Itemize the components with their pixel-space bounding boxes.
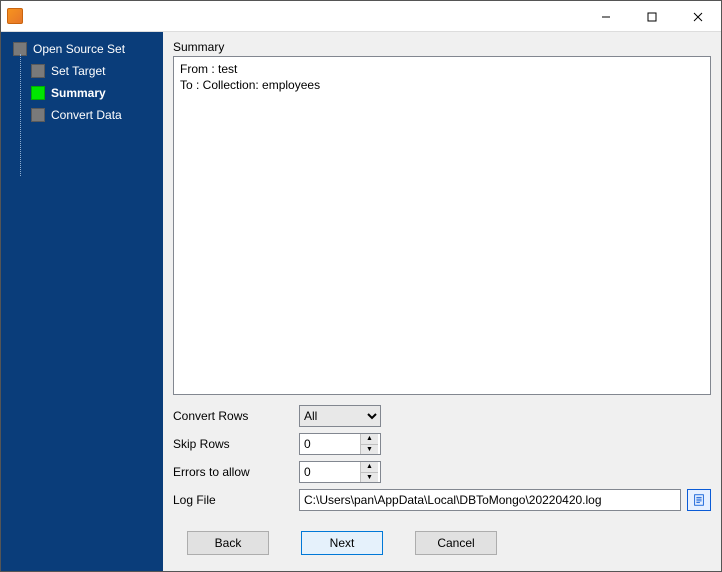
maximize-button[interactable] [629, 1, 675, 32]
back-button[interactable]: Back [187, 531, 269, 555]
convert-rows-label: Convert Rows [173, 409, 299, 423]
spinner-up-icon[interactable]: ▲ [361, 434, 378, 445]
nav-open-source-set[interactable]: Open Source Set [1, 38, 163, 60]
spinner-down-icon[interactable]: ▼ [361, 473, 378, 483]
errors-label: Errors to allow [173, 465, 299, 479]
summary-to: To : Collection: employees [180, 78, 320, 92]
next-button[interactable]: Next [301, 531, 383, 555]
logfile-browse-button[interactable] [687, 489, 711, 511]
row-logfile: Log File [173, 489, 711, 511]
nav-convert-data[interactable]: Convert Data [1, 104, 163, 126]
nav-label: Convert Data [51, 108, 122, 122]
main-panel: Summary From : test To : Collection: emp… [163, 32, 721, 571]
nav-label: Summary [51, 86, 106, 100]
wizard-sidebar: Open Source Set Set Target Summary Conve… [1, 32, 163, 571]
step-box-icon [31, 86, 45, 100]
document-icon [692, 493, 706, 507]
convert-rows-select[interactable]: All [299, 405, 381, 427]
row-convert-rows: Convert Rows All [173, 405, 711, 427]
nav-label: Set Target [51, 64, 105, 78]
skip-rows-input[interactable] [300, 434, 360, 454]
row-errors: Errors to allow ▲ ▼ [173, 461, 711, 483]
summary-title: Summary [173, 40, 711, 54]
skip-rows-spinner[interactable]: ▲ ▼ [299, 433, 381, 455]
row-skip-rows: Skip Rows ▲ ▼ [173, 433, 711, 455]
nav-label: Open Source Set [33, 42, 125, 56]
step-box-icon [31, 108, 45, 122]
nav-summary[interactable]: Summary [1, 82, 163, 104]
spinner-up-icon[interactable]: ▲ [361, 462, 378, 473]
logfile-input[interactable] [299, 489, 681, 511]
titlebar [1, 1, 721, 32]
wizard-buttons: Back Next Cancel [173, 523, 711, 571]
errors-input[interactable] [300, 462, 360, 482]
window-controls [583, 1, 721, 31]
logfile-label: Log File [173, 493, 299, 507]
app-icon [7, 8, 23, 24]
summary-from: From : test [180, 62, 237, 76]
spinner-down-icon[interactable]: ▼ [361, 445, 378, 455]
tree-connector [20, 54, 21, 176]
close-button[interactable] [675, 1, 721, 32]
cancel-button[interactable]: Cancel [415, 531, 497, 555]
options-form: Convert Rows All Skip Rows ▲ ▼ Errors to… [173, 395, 711, 523]
skip-rows-label: Skip Rows [173, 437, 299, 451]
step-box-icon [31, 64, 45, 78]
nav-set-target[interactable]: Set Target [1, 60, 163, 82]
summary-textarea[interactable]: From : test To : Collection: employees [173, 56, 711, 395]
minimize-button[interactable] [583, 1, 629, 32]
errors-spinner[interactable]: ▲ ▼ [299, 461, 381, 483]
